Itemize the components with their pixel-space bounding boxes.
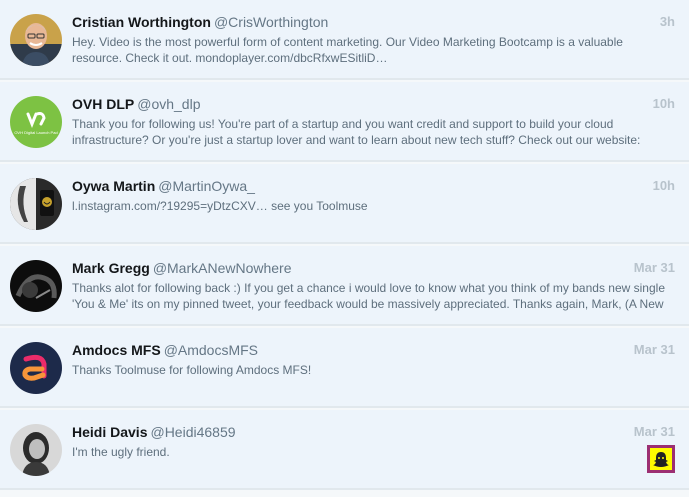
notification-row[interactable]: Mark Gregg @MarkANewNowhere Mar 31 Thanks… (0, 246, 689, 326)
notification-row[interactable]: Amdocs MFS @AmdocsMFS Mar 31 Thanks Toolm… (0, 328, 689, 408)
avatar-dark-photo[interactable] (10, 260, 62, 312)
avatar-photo[interactable] (10, 178, 62, 230)
amdocs-logo[interactable] (10, 342, 62, 394)
notification-row[interactable]: Heidi Davis @Heidi46859 Mar 31 I'm the ug… (0, 410, 689, 490)
timestamp: Mar 31 (633, 260, 675, 275)
author-handle[interactable]: @Heidi46859 (150, 424, 235, 440)
author-handle[interactable]: @AmdocsMFS (164, 342, 258, 358)
notification-row[interactable]: Cristian Worthington @CrisWorthington 3h … (0, 0, 689, 80)
avatar-woman-photo[interactable] (10, 424, 62, 476)
timestamp: 10h (652, 178, 675, 193)
message-text: Hey. Video is the most powerful form of … (72, 35, 623, 65)
timestamp: Mar 31 (633, 424, 675, 439)
timestamp: 10h (652, 96, 675, 111)
author-handle[interactable]: @MarkANewNowhere (153, 260, 292, 276)
timestamp: 3h (659, 14, 675, 29)
author-name[interactable]: OVH DLP (72, 96, 134, 112)
author-name[interactable]: Cristian Worthington (72, 14, 211, 30)
author-name[interactable]: Oywa Martin (72, 178, 155, 194)
timestamp: Mar 31 (633, 342, 675, 357)
notification-row[interactable]: OVH Digital Launch Pad OVH DLP @ovh_dlp 1… (0, 82, 689, 162)
message-text: Thanks alot for following back :) If you… (72, 281, 665, 311)
avatar-man-photo[interactable] (10, 14, 62, 66)
message-text: Thanks Toolmuse for following Amdocs MFS… (72, 363, 312, 377)
notifications-list: Cristian Worthington @CrisWorthington 3h … (0, 0, 689, 497)
author-name[interactable]: Amdocs MFS (72, 342, 161, 358)
notification-row[interactable]: Oywa Martin @MartinOywa_ 10h l.instagram.… (0, 164, 689, 244)
message-text: Thank you for following us! You're part … (72, 117, 641, 147)
author-name[interactable]: Mark Gregg (72, 260, 150, 276)
author-handle[interactable]: @CrisWorthington (214, 14, 328, 30)
author-handle[interactable]: @ovh_dlp (137, 96, 200, 112)
ovh-logo[interactable]: OVH Digital Launch Pad (10, 96, 62, 148)
author-handle[interactable]: @MartinOywa_ (158, 178, 255, 194)
author-name[interactable]: Heidi Davis (72, 424, 147, 440)
message-text: I'm the ugly friend. (72, 445, 170, 459)
ovh-logo-caption: OVH Digital Launch Pad (14, 130, 57, 135)
message-text: l.instagram.com/?19295=yDtzCXV… see you … (72, 199, 368, 213)
snapchat-thumbnail-icon[interactable] (647, 445, 675, 473)
